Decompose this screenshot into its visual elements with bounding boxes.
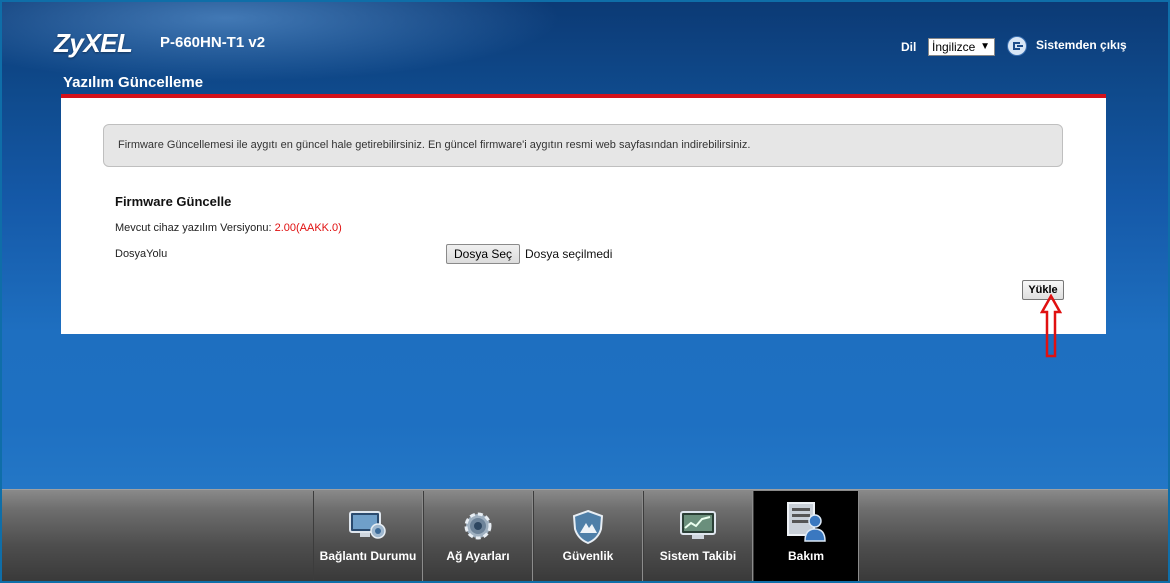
- section-title: Firmware Güncelle: [115, 194, 232, 209]
- version-value: 2.00(AAKK.0): [274, 222, 342, 234]
- logout-link[interactable]: Sistemden çıkış: [1036, 38, 1127, 52]
- no-file-selected-text: Dosya seçilmedi: [525, 247, 613, 261]
- nav-label: Güvenlik: [562, 549, 614, 563]
- router-admin-window: ZyXEL P-660HN-T1 v2 Dil İngilizce ▼ Sist…: [0, 0, 1170, 583]
- device-model: P-660HN-T1 v2: [160, 34, 266, 51]
- version-label: Mevcut cihaz yazılım Versiyonu:: [115, 222, 272, 234]
- chart-monitor-icon: [680, 511, 716, 539]
- nav-item-ag-ayarlari[interactable]: Ağ Ayarları: [423, 491, 533, 581]
- monitor-icon: [349, 511, 386, 539]
- nav-item-guvenlik[interactable]: Güvenlik: [533, 491, 643, 581]
- language-selected-value: İngilizce: [932, 40, 976, 54]
- file-path-label: DosyaYolu: [115, 248, 168, 260]
- nav-item-sistem-takibi[interactable]: Sistem Takibi: [643, 491, 753, 581]
- language-label: Dil: [901, 40, 917, 54]
- page-title: Yazılım Güncelleme: [63, 74, 204, 91]
- logout-icon[interactable]: [1007, 36, 1027, 56]
- nav-label: Ağ Ayarları: [446, 549, 510, 563]
- content-panel: Firmware Güncellemesi ile aygıtı en günc…: [61, 94, 1106, 334]
- gear-icon: [464, 512, 492, 540]
- nav-label: Sistem Takibi: [659, 549, 737, 563]
- language-select[interactable]: İngilizce ▼: [928, 38, 995, 56]
- nav-item-bakim[interactable]: Bakım: [753, 491, 859, 581]
- nav-label: Bakım: [787, 549, 825, 563]
- version-row: Mevcut cihaz yazılım Versiyonu: 2.00(AAK…: [115, 222, 342, 234]
- nav-item-baglanti-durumu[interactable]: Bağlantı Durumu: [313, 491, 423, 581]
- info-text: Firmware Güncellemesi ile aygıtı en günc…: [118, 139, 751, 151]
- zyxel-logo: ZyXEL: [54, 28, 133, 58]
- shield-icon: [572, 509, 604, 545]
- maintenance-icon: [787, 502, 826, 542]
- info-box: Firmware Güncellemesi ile aygıtı en günc…: [103, 124, 1063, 167]
- up-arrow-annotation-icon: [1040, 294, 1062, 358]
- choose-file-button[interactable]: Dosya Seç: [446, 244, 521, 264]
- nav-label: Bağlantı Durumu: [319, 549, 417, 563]
- chevron-down-icon: ▼: [980, 41, 990, 52]
